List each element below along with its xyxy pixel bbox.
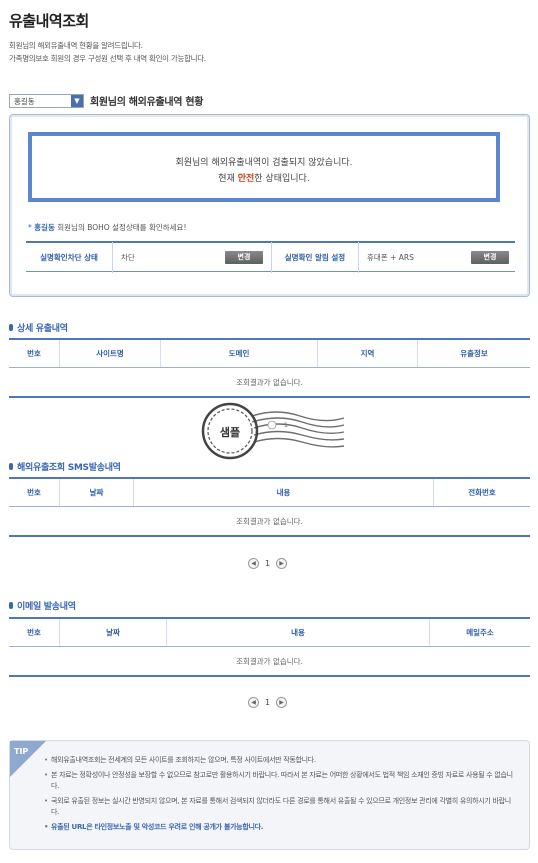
col-date: 날짜 <box>60 479 134 506</box>
email-table: 번호 날짜 내용 메일주소 조회결과가 없습니다. <box>9 617 530 677</box>
col-date: 날짜 <box>60 619 167 646</box>
alarm-change-button[interactable]: 변경 <box>471 250 509 264</box>
sms-pagination: ◀ 1 ▶ <box>248 558 288 569</box>
col-region: 지역 <box>318 340 418 367</box>
detail-title-text: 상세 유출내역 <box>17 324 68 334</box>
col-leak-info: 유출정보 <box>460 349 488 358</box>
bullet-icon <box>9 324 13 331</box>
col-number: 번호 <box>9 479 60 506</box>
alarm-setting-label: 실명확인 알림 설정 <box>284 252 346 262</box>
page-description-1: 회원님의 해외유출내역 현황을 알려드립니다. <box>9 41 143 50</box>
detail-section-title: 상세 유출내역 <box>9 321 68 334</box>
table-header: 번호 날짜 내용 메일주소 <box>9 617 530 647</box>
col-number: 번호 <box>9 340 60 367</box>
email-section-title: 이메일 발송내역 <box>9 599 76 612</box>
next-page-icon[interactable]: ▶ <box>276 558 288 569</box>
col-email: 메일주소 <box>466 628 494 637</box>
boho-settings-row: 실명확인차단 상태 차단 변경 실명확인 알림 설정 휴대폰 + ARS 변경 <box>26 241 515 273</box>
col-content: 내용 <box>134 479 434 506</box>
tip-item: 유출된 URL은 타인정보노출 및 악성코드 우려로 인해 공개가 불가능합니다… <box>44 822 514 833</box>
page-title: 유출내역조회 <box>9 12 89 30</box>
sms-table: 번호 날짜 내용 전화번호 조회결과가 없습니다. <box>9 477 530 537</box>
table-header: 번호 날짜 내용 전화번호 <box>9 477 530 507</box>
col-number: 번호 <box>9 619 60 646</box>
boho-notice: * 홍길동 회원님의 BOHO 설정상태를 확인하세요! <box>28 222 186 233</box>
empty-result: 조회결과가 없습니다. <box>9 368 530 398</box>
prev-page-icon[interactable]: ◀ <box>248 697 259 708</box>
safe-status: 안전 <box>237 174 255 184</box>
status-message-line-1: 회원님의 해외유출내역이 검출되지 않았습니다. <box>175 158 353 168</box>
page-description-2: 가족명의보호 회원의 경우 구성원 선택 후 내역 확인이 가능합니다. <box>9 54 206 63</box>
tip-label: TIP <box>14 747 28 756</box>
empty-result: 조회결과가 없습니다. <box>9 647 530 677</box>
sms-title-text: 해외유출조회 SMS발송내역 <box>17 463 121 473</box>
chevron-down-icon[interactable]: ▼ <box>71 95 83 107</box>
stamp-prev-icon <box>267 420 277 430</box>
status-title: 회원님의 해외유출내역 현황 <box>90 97 204 108</box>
bullet-icon <box>9 463 13 470</box>
alarm-setting-value: 휴대폰 + ARS <box>367 252 414 262</box>
page-number[interactable]: 1 <box>265 559 270 568</box>
prev-page-icon[interactable]: ◀ <box>248 558 259 569</box>
detail-table: 번호 사이트명 도메인 지역 유출정보 조회결과가 없습니다. <box>9 338 530 398</box>
boho-bullet: * <box>28 223 32 232</box>
col-phone: 전화번호 <box>468 488 496 497</box>
bullet-icon <box>9 602 13 609</box>
stamp-label: 샘플 <box>220 425 240 439</box>
tip-item: 국외로 유출된 정보는 실시간 반영되지 않으며, 본 자료를 통해서 검색되지… <box>44 796 514 818</box>
col-site-name: 사이트명 <box>60 340 161 367</box>
tip-badge: TIP <box>10 741 46 777</box>
status-suffix: 한 상태입니다. <box>254 174 310 184</box>
email-title-text: 이메일 발송내역 <box>17 602 76 612</box>
boho-notice-text: 회원님의 BOHO 설정상태를 확인하세요! <box>54 223 187 232</box>
email-pagination: ◀ 1 ▶ <box>248 697 288 708</box>
empty-result: 조회결과가 없습니다. <box>9 507 530 537</box>
tip-item: 해외유출내역조회는 전세계의 모든 사이트를 조회하지는 않으며, 특정 사이트… <box>44 755 514 766</box>
tip-item: 본 자료는 정확성이나 안정성을 보장할 수 없으므로 참고로만 활용하시기 바… <box>44 770 514 792</box>
status-prefix: 현재 <box>218 174 238 184</box>
page-number[interactable]: 1 <box>265 698 270 707</box>
status-message-box: 회원님의 해외유출내역이 검출되지 않았습니다. 현재 안전한 상태입니다. <box>28 132 500 202</box>
status-message-line-2: 현재 안전한 상태입니다. <box>32 171 496 184</box>
next-page-icon[interactable]: ▶ <box>276 697 288 708</box>
member-select[interactable]: 홍길동 ▼ <box>9 94 84 108</box>
block-change-button[interactable]: 변경 <box>225 250 263 264</box>
member-select-value: 홍길동 <box>14 96 35 106</box>
boho-member-name: 홍길동 <box>34 223 55 232</box>
col-content: 내용 <box>167 619 430 646</box>
sample-stamp: 샘플 1 <box>201 402 345 460</box>
col-domain: 도메인 <box>161 340 318 367</box>
table-header: 번호 사이트명 도메인 지역 유출정보 <box>9 338 530 368</box>
sms-section-title: 해외유출조회 SMS발송내역 <box>9 460 121 473</box>
block-status-value: 차단 <box>121 252 135 262</box>
tip-list: 해외유출내역조회는 전세계의 모든 사이트를 조회하지는 않으며, 특정 사이트… <box>44 755 514 837</box>
stamp-page-number: 1 <box>284 422 288 429</box>
block-status-label: 실명확인차단 상태 <box>40 252 98 262</box>
